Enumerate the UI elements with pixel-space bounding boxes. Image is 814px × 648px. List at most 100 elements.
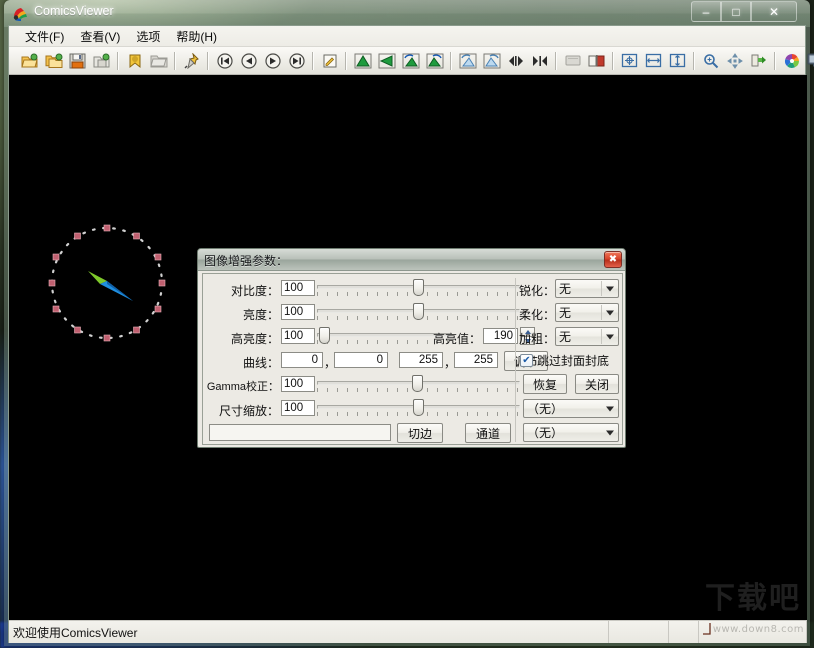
dialog-close-icon[interactable]: ✖ — [604, 251, 622, 268]
brightness-label: 亮度： — [209, 306, 279, 323]
dialog-title: 图像增强参数： — [204, 252, 288, 269]
contrast-value[interactable]: 100 — [281, 280, 315, 296]
preset1-combo[interactable]: （无） — [523, 399, 619, 418]
previous-page-icon[interactable] — [237, 49, 260, 72]
first-page-icon[interactable] — [213, 49, 236, 72]
toolbar-separator — [693, 52, 695, 70]
skip-cover-checkbox[interactable]: ✔ — [520, 354, 533, 367]
statusbar-watermark: www.down8.com — [713, 624, 804, 635]
dialog-titlebar[interactable]: 图像增强参数： ✖ — [198, 249, 625, 271]
flip-vertical-icon[interactable] — [375, 49, 398, 72]
preset2-value: （无） — [527, 424, 563, 441]
fullscreen-icon[interactable] — [804, 49, 814, 72]
single-page-view-icon[interactable] — [561, 49, 584, 72]
contrast-slider[interactable] — [317, 278, 520, 298]
preset1-value: （无） — [527, 400, 563, 417]
split-right-icon[interactable] — [528, 49, 551, 72]
rotate-right-icon[interactable] — [423, 49, 446, 72]
highlight-value-box[interactable]: 100 — [281, 328, 315, 344]
brightness-slider-thumb[interactable] — [413, 303, 424, 320]
toolbar-separator — [174, 52, 176, 70]
window-titlebar[interactable]: ComicsViewer – □ ✕ — [4, 0, 810, 27]
zoom-icon[interactable] — [699, 49, 722, 72]
curve-out-low[interactable]: 255 — [399, 352, 443, 368]
scale-slider[interactable] — [317, 398, 520, 418]
toolbar-separator — [312, 52, 314, 70]
chevron-down-icon — [606, 406, 614, 411]
progress-bar — [209, 424, 391, 441]
soften-combo[interactable]: 无 — [555, 303, 619, 322]
export-icon[interactable] — [747, 49, 770, 72]
fit-width-icon[interactable] — [642, 49, 665, 72]
save-icon[interactable] — [66, 49, 89, 72]
viewport-watermark: 下载吧 — [705, 573, 801, 617]
skip-cover-checkbox-row[interactable]: ✔ 跳过封面封底 — [520, 352, 609, 369]
skip-cover-label: 跳过封面封底 — [537, 352, 609, 369]
highlight-slider-thumb[interactable] — [319, 327, 330, 344]
bookmark-add-icon[interactable] — [123, 49, 146, 72]
open-folder-icon[interactable] — [18, 49, 41, 72]
soften-label: 柔化： — [519, 306, 553, 323]
curve-out-high[interactable]: 255 — [454, 352, 498, 368]
curve-in-high[interactable]: 0 — [334, 352, 388, 368]
bolden-combo[interactable]: 无 — [555, 327, 619, 346]
toolbar-separator — [117, 52, 119, 70]
crop-button[interactable]: 切边 — [397, 423, 443, 443]
fit-height-icon[interactable] — [666, 49, 689, 72]
gamma-slider[interactable] — [317, 374, 520, 394]
fit-page-icon[interactable] — [618, 49, 641, 72]
scale-value[interactable]: 100 — [281, 400, 315, 416]
pin-icon[interactable] — [180, 49, 203, 72]
titlebar-glass — [4, 0, 810, 27]
status-pane-2 — [669, 621, 699, 643]
flip-horizontal-icon[interactable] — [351, 49, 374, 72]
close-button[interactable]: ✕ — [751, 1, 797, 22]
save-as-icon[interactable] — [90, 49, 113, 72]
rotate-left-icon[interactable] — [399, 49, 422, 72]
menu-help[interactable]: 帮助(H) — [168, 26, 225, 47]
dialog-divider — [515, 278, 516, 442]
bolden-combo-value: 无 — [559, 328, 571, 345]
bookmark-list-icon[interactable] — [147, 49, 170, 72]
rotate-right-blue-icon[interactable] — [480, 49, 503, 72]
toolbar — [9, 47, 805, 75]
soften-combo-value: 无 — [559, 304, 571, 321]
highlight-amount-label: 高亮值： — [421, 330, 481, 347]
brightness-slider[interactable] — [317, 302, 520, 322]
channel-button[interactable]: 通道 — [465, 423, 511, 443]
edit-page-icon[interactable] — [318, 49, 341, 72]
toolbar-separator — [774, 52, 776, 70]
minimize-button[interactable]: – — [691, 1, 721, 22]
chevron-down-icon — [606, 286, 614, 291]
curve-in-low[interactable]: 0 — [281, 352, 323, 368]
dialog-close-button[interactable]: 关闭 — [575, 374, 619, 394]
last-page-icon[interactable] — [285, 49, 308, 72]
split-left-icon[interactable] — [504, 49, 527, 72]
contrast-slider-thumb[interactable] — [413, 279, 424, 296]
maximize-button[interactable]: □ — [721, 1, 751, 22]
rotate-left-blue-icon[interactable] — [456, 49, 479, 72]
application-window: ComicsViewer – □ ✕ 文件(F) 查看(V) 选项 帮助(H) — [4, 0, 810, 646]
sharpen-label: 锐化： — [519, 282, 553, 299]
menu-file[interactable]: 文件(F) — [17, 26, 72, 47]
menu-view[interactable]: 查看(V) — [72, 26, 128, 47]
brightness-value[interactable]: 100 — [281, 304, 315, 320]
pan-icon[interactable] — [723, 49, 746, 72]
chevron-down-icon — [606, 430, 614, 435]
highlight-amount-value[interactable]: 190 — [483, 328, 518, 344]
sharpen-combo[interactable]: 无 — [555, 279, 619, 298]
image-enhance-icon[interactable] — [780, 49, 803, 72]
gamma-slider-thumb[interactable] — [412, 375, 423, 392]
gamma-value[interactable]: 100 — [281, 376, 315, 392]
statusbar: 欢迎使用ComicsViewer www.down8.com — [9, 620, 807, 643]
open-recent-icon[interactable] — [42, 49, 65, 72]
next-page-icon[interactable] — [261, 49, 284, 72]
menu-options[interactable]: 选项 — [128, 26, 168, 47]
window-title: ComicsViewer — [34, 4, 114, 18]
double-page-view-icon[interactable] — [585, 49, 608, 72]
toolbar-separator — [207, 52, 209, 70]
gamma-label: Gamma校正： — [205, 378, 279, 394]
scale-slider-thumb[interactable] — [413, 399, 424, 416]
restore-button[interactable]: 恢复 — [523, 374, 567, 394]
preset2-combo[interactable]: （无） — [523, 423, 619, 442]
